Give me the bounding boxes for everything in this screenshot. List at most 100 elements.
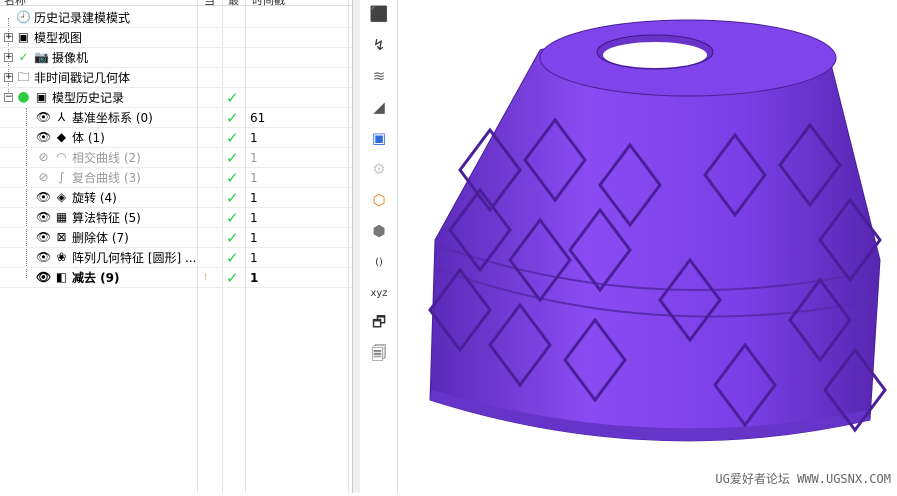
hidden-eye-icon[interactable]: ⊘ — [36, 170, 51, 185]
graphics-viewport[interactable]: UG爱好者论坛 WWW.UGSNX.COM — [399, 0, 897, 493]
timestamp-value: 1 — [250, 170, 258, 185]
timestamp-value: 1 — [250, 150, 258, 165]
node-label: 相交曲线 (2) — [72, 151, 141, 165]
revolve-icon: ◈ — [56, 190, 67, 204]
node-label: 模型历史记录 — [52, 91, 125, 105]
timestamp-value: 61 — [250, 110, 266, 125]
column-latest[interactable]: 最 — [228, 0, 239, 8]
active-status-icon: ● — [17, 89, 30, 105]
node-label: 历史记录建模模式 — [34, 11, 131, 25]
node-label: 删除体 (7) — [72, 231, 129, 245]
up-to-date-check-icon: ✓ — [226, 128, 239, 147]
tree-node[interactable]: + 🗀 非时间戳记几何体 — [0, 68, 352, 88]
pattern-geometry-icon: ❀ — [56, 250, 67, 264]
tree-node[interactable]: 👁 ▦ 算法特征 (5) ✓ 1 — [0, 208, 352, 228]
history-icon: ▣ — [35, 90, 48, 104]
up-to-date-check-icon: ✓ — [226, 228, 239, 247]
datum-csys-icon: ⅄ — [57, 110, 66, 124]
timestamp-value: 1 — [250, 250, 258, 265]
up-to-date-check-icon: ✓ — [226, 208, 239, 227]
layer-copy-icon[interactable]: 🗐 — [368, 344, 390, 366]
tree-node[interactable]: − ● ▣ 模型历史记录 ✓ — [0, 88, 352, 108]
up-to-date-check-icon: ✓ — [226, 148, 239, 167]
check-icon: ✓ — [18, 50, 29, 64]
eye-icon[interactable]: 👁 — [36, 230, 51, 245]
section-icon[interactable]: ◢ — [368, 96, 390, 118]
up-to-date-check-icon: ✓ — [226, 188, 239, 207]
expand-toggle[interactable]: + — [4, 53, 13, 62]
part-navigator-icon[interactable]: ⬛ — [368, 3, 390, 25]
constraint-icon[interactable]: ▣ — [368, 127, 390, 149]
surface-icon[interactable]: ≋ — [368, 65, 390, 87]
expand-toggle[interactable]: + — [4, 33, 13, 42]
eye-icon[interactable]: 👁 — [36, 130, 51, 145]
tree-node[interactable]: 👁 ◆ 体 (1) ✓ 1 — [0, 128, 352, 148]
view-visibility-icon[interactable]: ↯ — [368, 34, 390, 56]
up-to-date-check-icon: ✓ — [226, 268, 239, 287]
tree-node[interactable]: 👁 ⅄ 基准坐标系 (0) ✓ 61 — [0, 108, 352, 128]
layer-edit-icon[interactable]: 🗗 — [368, 313, 390, 335]
csys-solid-icon[interactable]: ⬢ — [368, 220, 390, 242]
tree-node[interactable]: 👁 ◈ 旋转 (4) ✓ 1 — [0, 188, 352, 208]
camera-icon: 📷 — [34, 50, 49, 64]
assembly-icon[interactable]: ⚙ — [368, 158, 390, 180]
eye-icon[interactable]: 👁 — [36, 110, 51, 125]
resource-bar: ⬛ ↯ ≋ ◢ ▣ ⚙ ⬡ ⬢ () xyz 🗗 🗐 — [360, 0, 398, 493]
timestamp-value: 1 — [250, 230, 258, 245]
up-to-date-check-icon: ✓ — [226, 168, 239, 187]
tree-node[interactable]: ⊘ ◠ 相交曲线 (2) ✓ 1 — [0, 148, 352, 168]
wcs-box-icon[interactable]: ⬡ — [368, 189, 390, 211]
tree-node[interactable]: 👁 ❀ 阵列几何特征 [圆形] ... ✓ 1 — [0, 248, 352, 268]
up-to-date-check-icon: ✓ — [226, 108, 239, 127]
body-icon: ◆ — [56, 130, 67, 144]
folder-icon: 🗀 — [17, 70, 30, 84]
up-to-date-check-icon: ✓ — [226, 88, 239, 107]
eye-icon[interactable]: 👁 — [36, 210, 51, 225]
expand-toggle[interactable]: + — [4, 73, 13, 82]
composite-curve-icon: ∫ — [58, 170, 65, 184]
expand-toggle[interactable]: − — [4, 93, 13, 102]
column-name[interactable]: 名称 — [4, 0, 26, 8]
node-label: 体 (1) — [72, 131, 105, 145]
tree-node[interactable]: + ✓ 📷 摄像机 — [0, 48, 352, 68]
timestamp-value: 1 — [250, 270, 259, 285]
clock-icon: 🕘 — [16, 10, 31, 24]
column-timestamp[interactable]: 时间戳 — [252, 0, 285, 8]
subtract-icon: ◧ — [55, 270, 68, 284]
intersection-curve-icon: ◠ — [56, 150, 67, 164]
tree-node[interactable]: 👁 ⊠ 删除体 (7) ✓ 1 — [0, 228, 352, 248]
timestamp-value: 1 — [250, 130, 258, 145]
eye-icon[interactable]: 👁 — [36, 270, 51, 285]
algorithm-feature-icon: ▦ — [55, 210, 68, 224]
coordinate-icon[interactable]: () — [368, 251, 390, 273]
node-label: 减去 (9) — [72, 271, 120, 285]
navigator-scrollbar[interactable] — [352, 0, 360, 493]
tree-node[interactable]: ⊘ ∫ 复合曲线 (3) ✓ 1 — [0, 168, 352, 188]
timestamp-value: 1 — [250, 190, 258, 205]
node-label: 非时间戳记几何体 — [34, 71, 131, 85]
hidden-eye-icon[interactable]: ⊘ — [36, 150, 51, 165]
column-current[interactable]: 当 — [204, 0, 215, 8]
xyz-axes-icon[interactable]: xyz — [368, 282, 390, 304]
eye-icon[interactable]: 👁 — [36, 190, 51, 205]
tree-node[interactable]: 🕘 历史记录建模模式 — [0, 8, 352, 28]
part-navigator: 名称 当 最 时间戳 🕘 历史记录建模模式 + ▣ 模型视图 + ✓ 📷 摄像机 + 🗀 非时间戳记几… — [0, 0, 352, 493]
node-label: 基准坐标系 (0) — [72, 111, 153, 125]
tree-node[interactable]: + ▣ 模型视图 — [0, 28, 352, 48]
node-label: 阵列几何特征 [圆形] ... — [72, 251, 197, 265]
eye-icon[interactable]: 👁 — [36, 250, 51, 265]
model-view-icon: ▣ — [17, 30, 30, 44]
node-label: 摄像机 — [52, 51, 89, 65]
model-3d — [428, 19, 887, 442]
timestamp-value: 1 — [250, 210, 258, 225]
column-header: 名称 当 最 时间戳 — [0, 0, 352, 8]
node-label: 算法特征 (5) — [72, 211, 141, 225]
dependency-icon: ⁝ — [204, 272, 208, 283]
watermark: UG爱好者论坛 WWW.UGSNX.COM — [715, 472, 891, 486]
delete-body-icon: ⊠ — [56, 230, 67, 244]
tree-node[interactable]: 👁 ◧ 减去 (9) ⁝ ✓ 1 — [0, 268, 352, 288]
node-label: 模型视图 — [34, 31, 83, 45]
up-to-date-check-icon: ✓ — [226, 248, 239, 267]
node-label: 旋转 (4) — [72, 191, 117, 205]
node-label: 复合曲线 (3) — [72, 171, 141, 185]
